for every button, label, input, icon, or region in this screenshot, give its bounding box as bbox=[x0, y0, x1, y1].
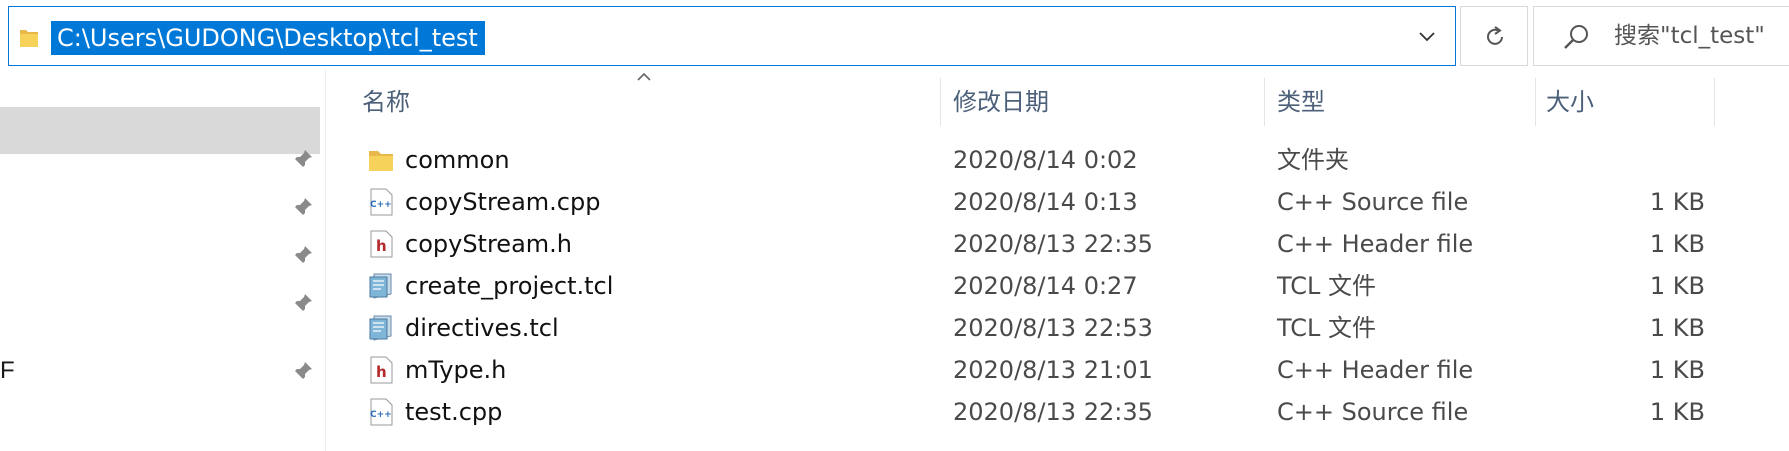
svg-text:h: h bbox=[376, 363, 387, 381]
table-row[interactable]: directives.tcl 2020/8/13 22:53 TCL 文件 1 … bbox=[355, 307, 1705, 349]
file-date: 2020/8/14 0:02 bbox=[953, 146, 1138, 174]
address-bar[interactable]: C:\Users\GUDONG\Desktop\tcl_test bbox=[8, 6, 1456, 66]
file-name[interactable]: test.cpp bbox=[405, 391, 502, 433]
search-input[interactable]: 搜索"tcl_test" bbox=[1614, 7, 1765, 65]
file-size: 1 KB bbox=[1649, 272, 1705, 300]
file-size: 1 KB bbox=[1649, 230, 1705, 258]
file-size: 1 KB bbox=[1649, 188, 1705, 216]
tcl-file-icon bbox=[369, 315, 392, 341]
refresh-button[interactable] bbox=[1460, 6, 1528, 66]
column-header-date[interactable]: 修改日期 bbox=[953, 82, 1049, 122]
file-date: 2020/8/13 22:53 bbox=[953, 314, 1153, 342]
address-path[interactable]: C:\Users\GUDONG\Desktop\tcl_test bbox=[51, 21, 485, 55]
sort-ascending-icon bbox=[637, 72, 651, 81]
column-divider[interactable] bbox=[1264, 78, 1265, 126]
table-row[interactable]: create_project.tcl 2020/8/14 0:27 TCL 文件… bbox=[355, 265, 1705, 307]
file-type: C++ Source file bbox=[1277, 398, 1469, 426]
refresh-icon bbox=[1487, 26, 1503, 45]
file-size: 1 KB bbox=[1649, 314, 1705, 342]
svg-text:C++: C++ bbox=[370, 410, 392, 420]
cpp-file-icon: C++ bbox=[370, 188, 393, 216]
pin-icon[interactable] bbox=[292, 148, 314, 170]
file-name[interactable]: directives.tcl bbox=[405, 307, 559, 349]
file-name[interactable]: common bbox=[405, 139, 510, 181]
file-size bbox=[1565, 139, 1705, 181]
folder-icon bbox=[20, 30, 38, 47]
nav-item-label[interactable]: F bbox=[0, 356, 15, 386]
column-divider[interactable] bbox=[1535, 78, 1536, 126]
file-date: 2020/8/14 0:27 bbox=[953, 272, 1138, 300]
pin-icon[interactable] bbox=[292, 244, 314, 266]
table-row[interactable]: common 2020/8/14 0:02 文件夹 bbox=[355, 139, 1705, 181]
folder-icon bbox=[369, 151, 393, 171]
search-icon bbox=[1564, 25, 1588, 49]
svg-text:h: h bbox=[376, 237, 387, 255]
table-row[interactable]: h copyStream.h 2020/8/13 22:35 C++ Heade… bbox=[355, 223, 1705, 265]
file-type: C++ Header file bbox=[1277, 230, 1474, 258]
table-row[interactable]: C++ test.cpp 2020/8/13 22:35 C++ Source … bbox=[355, 391, 1705, 433]
column-header-name[interactable]: 名称 bbox=[362, 82, 410, 122]
cpp-file-icon: C++ bbox=[370, 398, 393, 426]
navigation-pane: F bbox=[0, 70, 325, 451]
header-file-icon: h bbox=[370, 356, 393, 384]
column-divider[interactable] bbox=[1714, 78, 1715, 126]
file-type: C++ Source file bbox=[1277, 188, 1469, 216]
file-type: TCL 文件 bbox=[1277, 272, 1377, 300]
pin-icon[interactable] bbox=[292, 360, 314, 382]
file-type: TCL 文件 bbox=[1277, 314, 1377, 342]
table-row[interactable]: C++ copyStream.cpp 2020/8/14 0:13 C++ So… bbox=[355, 181, 1705, 223]
pin-icon[interactable] bbox=[292, 196, 314, 218]
table-row[interactable]: h mType.h 2020/8/13 21:01 C++ Header fil… bbox=[355, 349, 1705, 391]
chevron-down-icon[interactable] bbox=[1417, 29, 1437, 45]
file-explorer-window: C:\Users\GUDONG\Desktop\tcl_test 搜索"tcl_… bbox=[0, 0, 1789, 451]
file-name[interactable]: mType.h bbox=[405, 349, 506, 391]
column-divider[interactable] bbox=[940, 78, 941, 126]
file-size: 1 KB bbox=[1649, 398, 1705, 426]
file-size: 1 KB bbox=[1649, 356, 1705, 384]
svg-text:C++: C++ bbox=[370, 200, 392, 210]
file-date: 2020/8/13 22:35 bbox=[953, 230, 1153, 258]
pin-icon[interactable] bbox=[292, 292, 314, 314]
search-box[interactable]: 搜索"tcl_test" bbox=[1533, 6, 1789, 66]
file-name[interactable]: copyStream.cpp bbox=[405, 181, 600, 223]
header-file-icon: h bbox=[370, 230, 393, 258]
column-header-type[interactable]: 类型 bbox=[1277, 82, 1325, 122]
file-name[interactable]: copyStream.h bbox=[405, 223, 572, 265]
nav-item-selected[interactable] bbox=[0, 107, 320, 154]
file-date: 2020/8/14 0:13 bbox=[953, 188, 1138, 216]
file-type: C++ Header file bbox=[1277, 356, 1474, 384]
tcl-file-icon bbox=[369, 273, 392, 299]
file-date: 2020/8/13 21:01 bbox=[953, 356, 1153, 384]
file-name[interactable]: create_project.tcl bbox=[405, 265, 613, 307]
file-date: 2020/8/13 22:35 bbox=[953, 398, 1153, 426]
column-header-size[interactable]: 大小 bbox=[1546, 82, 1594, 122]
pane-divider[interactable] bbox=[325, 70, 326, 451]
file-type: 文件夹 bbox=[1277, 146, 1349, 174]
